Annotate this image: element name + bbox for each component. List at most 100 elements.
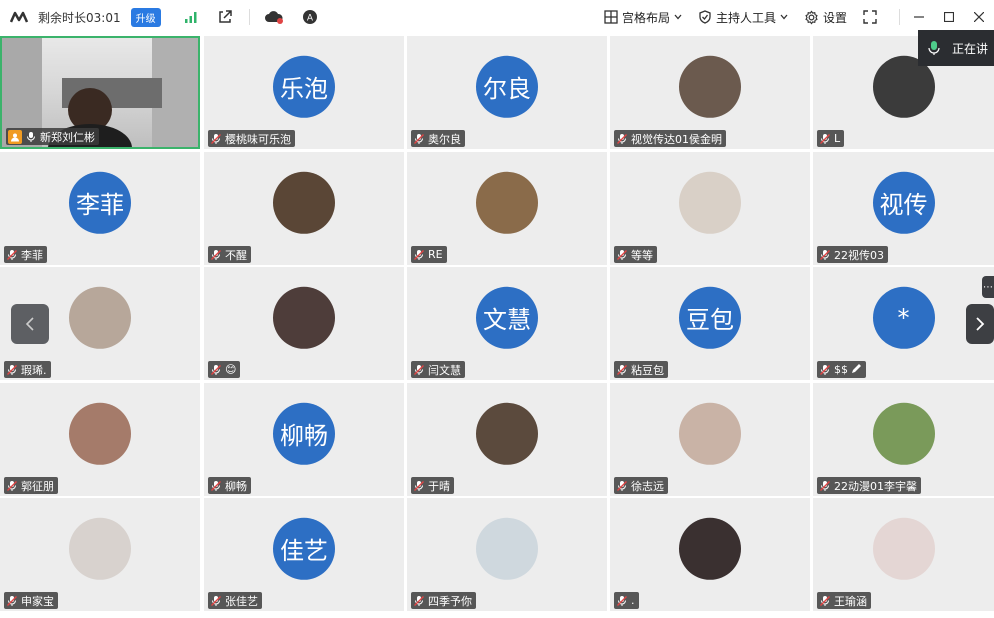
participant-tile[interactable]: 乐泡 樱桃味可乐泡 bbox=[204, 36, 404, 149]
participant-name: 四季予你 bbox=[428, 594, 472, 608]
participant-name: 新郑刘仁彬 bbox=[40, 130, 95, 144]
mic-muted-icon bbox=[413, 364, 425, 376]
mic-muted-icon bbox=[616, 364, 628, 376]
avatar-initials: * bbox=[872, 286, 935, 349]
minimize-button[interactable] bbox=[904, 0, 934, 34]
mic-muted-icon bbox=[6, 364, 18, 376]
mic-muted-icon bbox=[210, 595, 222, 607]
participant-nametag: 四季予你 bbox=[411, 592, 476, 609]
mic-muted-icon bbox=[210, 133, 222, 145]
cloud-record-icon[interactable] bbox=[264, 7, 284, 27]
participant-name: 22动漫01李宇馨 bbox=[834, 479, 917, 493]
mic-muted-icon bbox=[616, 133, 628, 145]
grid-layout-icon bbox=[604, 10, 618, 24]
participant-tile[interactable]: 不醒 bbox=[204, 152, 404, 265]
participant-tile[interactable]: 视传 22视传03 bbox=[813, 152, 994, 265]
participant-nametag: 等等 bbox=[614, 246, 657, 263]
participant-tile[interactable]: 王瑜涵 bbox=[813, 498, 994, 611]
participant-tile[interactable]: 柳畅 柳畅 bbox=[204, 383, 404, 496]
previous-page-button[interactable] bbox=[11, 304, 49, 344]
participant-nametag: 不醒 bbox=[208, 246, 251, 263]
fullscreen-button[interactable] bbox=[863, 10, 877, 24]
host-tools-label: 主持人工具 bbox=[715, 10, 776, 25]
mic-muted-icon bbox=[616, 595, 628, 607]
participant-tile[interactable]: 文慧 闫文慧 bbox=[407, 267, 607, 380]
chevron-left-icon bbox=[25, 317, 34, 331]
participant-tile[interactable]: 等等 bbox=[610, 152, 810, 265]
participant-tile[interactable]: 李菲 李菲 bbox=[0, 152, 200, 265]
participant-nametag: 张佳艺 bbox=[208, 592, 262, 609]
chevron-right-icon bbox=[976, 317, 985, 331]
participant-tile[interactable]: RE bbox=[407, 152, 607, 265]
avatar-photo bbox=[69, 517, 131, 580]
microphone-icon bbox=[928, 41, 940, 55]
participant-nametag: 22动漫01李宇馨 bbox=[817, 477, 921, 494]
participant-name: 申家宝 bbox=[21, 594, 54, 608]
participant-nametag: 新郑刘仁彬 bbox=[6, 128, 99, 145]
participant-name: 徐志远 bbox=[631, 479, 664, 493]
participant-name: 不醒 bbox=[225, 248, 247, 262]
participant-tile[interactable]: . bbox=[610, 498, 810, 611]
participant-name: 张佳艺 bbox=[225, 594, 258, 608]
translate-icon[interactable]: A bbox=[300, 7, 320, 27]
more-options-icon[interactable]: ⋯ bbox=[982, 276, 994, 298]
app-logo-icon bbox=[10, 11, 29, 23]
participant-tile[interactable]: 申家宝 bbox=[0, 498, 200, 611]
grid-layout-button[interactable]: 宫格布局 bbox=[604, 9, 682, 26]
participant-nametag: 闫文慧 bbox=[411, 361, 465, 378]
participant-tile[interactable]: 豆包 粘豆包 bbox=[610, 267, 810, 380]
close-window-button[interactable] bbox=[964, 0, 994, 34]
microphone-icon bbox=[25, 131, 37, 143]
upgrade-button[interactable]: 升级 bbox=[130, 7, 161, 27]
participant-tile[interactable]: 尔良奥尔良 bbox=[407, 36, 607, 149]
participant-tile[interactable]: 新郑刘仁彬 bbox=[0, 36, 200, 149]
avatar-initials: 佳艺 bbox=[273, 517, 335, 580]
participant-name: 于晴 bbox=[428, 479, 450, 493]
participant-name: $$ bbox=[834, 363, 848, 376]
mic-muted-icon bbox=[413, 249, 425, 261]
participant-tile[interactable]: 于晴 bbox=[407, 383, 607, 496]
participant-tile[interactable]: 佳艺张佳艺 bbox=[204, 498, 404, 611]
speaking-label: 正在讲 bbox=[952, 41, 989, 56]
participant-nametag: 于晴 bbox=[411, 477, 454, 494]
avatar-initials: 李菲 bbox=[69, 171, 131, 234]
participant-nametag: 😊 bbox=[208, 361, 241, 378]
avatar-initials: 尔良 bbox=[476, 55, 538, 118]
maximize-button[interactable] bbox=[934, 0, 964, 34]
participant-name: 郭征朋 bbox=[21, 479, 54, 493]
host-tools-button[interactable]: 主持人工具 bbox=[698, 9, 788, 26]
participant-nametag: 奥尔良 bbox=[411, 130, 465, 147]
share-link-icon[interactable] bbox=[215, 7, 235, 27]
settings-button[interactable]: 设置 bbox=[804, 9, 847, 26]
participant-tile[interactable]: 视觉传达01侯金明 bbox=[610, 36, 810, 149]
participant-tile[interactable]: 22动漫01李宇馨 bbox=[813, 383, 994, 496]
mic-muted-icon bbox=[6, 480, 18, 492]
mic-muted-icon bbox=[413, 595, 425, 607]
participant-tile[interactable]: 徐志远 bbox=[610, 383, 810, 496]
fullscreen-icon bbox=[863, 10, 877, 24]
avatar-photo bbox=[679, 402, 741, 465]
participant-nametag: 李菲 bbox=[4, 246, 47, 263]
mic-muted-icon bbox=[413, 133, 425, 145]
participant-nametag: 视觉传达01侯金明 bbox=[614, 130, 726, 147]
next-page-button[interactable] bbox=[966, 304, 994, 344]
close-icon bbox=[974, 12, 984, 22]
chevron-down-icon bbox=[674, 14, 682, 20]
participant-tile[interactable]: 郭征朋 bbox=[0, 383, 200, 496]
maximize-icon bbox=[944, 12, 954, 22]
participant-nametag: $$ bbox=[817, 361, 866, 378]
avatar-photo bbox=[872, 402, 935, 465]
participant-name: 奥尔良 bbox=[428, 132, 461, 146]
participant-name: L bbox=[834, 132, 841, 145]
avatar-photo bbox=[476, 402, 538, 465]
signal-strength-icon[interactable] bbox=[181, 7, 201, 27]
speaking-indicator: 正在讲 bbox=[918, 30, 994, 66]
avatar-photo bbox=[476, 171, 538, 234]
mic-muted-icon bbox=[819, 595, 831, 607]
participant-tile[interactable]: 😊 bbox=[204, 267, 404, 380]
top-toolbar: 剩余时长03:01 升级 A 宫格布局 主持人工具 设置 bbox=[0, 0, 994, 34]
participant-nametag: 柳畅 bbox=[208, 477, 251, 494]
avatar-photo bbox=[679, 517, 741, 580]
shield-icon bbox=[699, 10, 711, 24]
participant-tile[interactable]: 四季予你 bbox=[407, 498, 607, 611]
